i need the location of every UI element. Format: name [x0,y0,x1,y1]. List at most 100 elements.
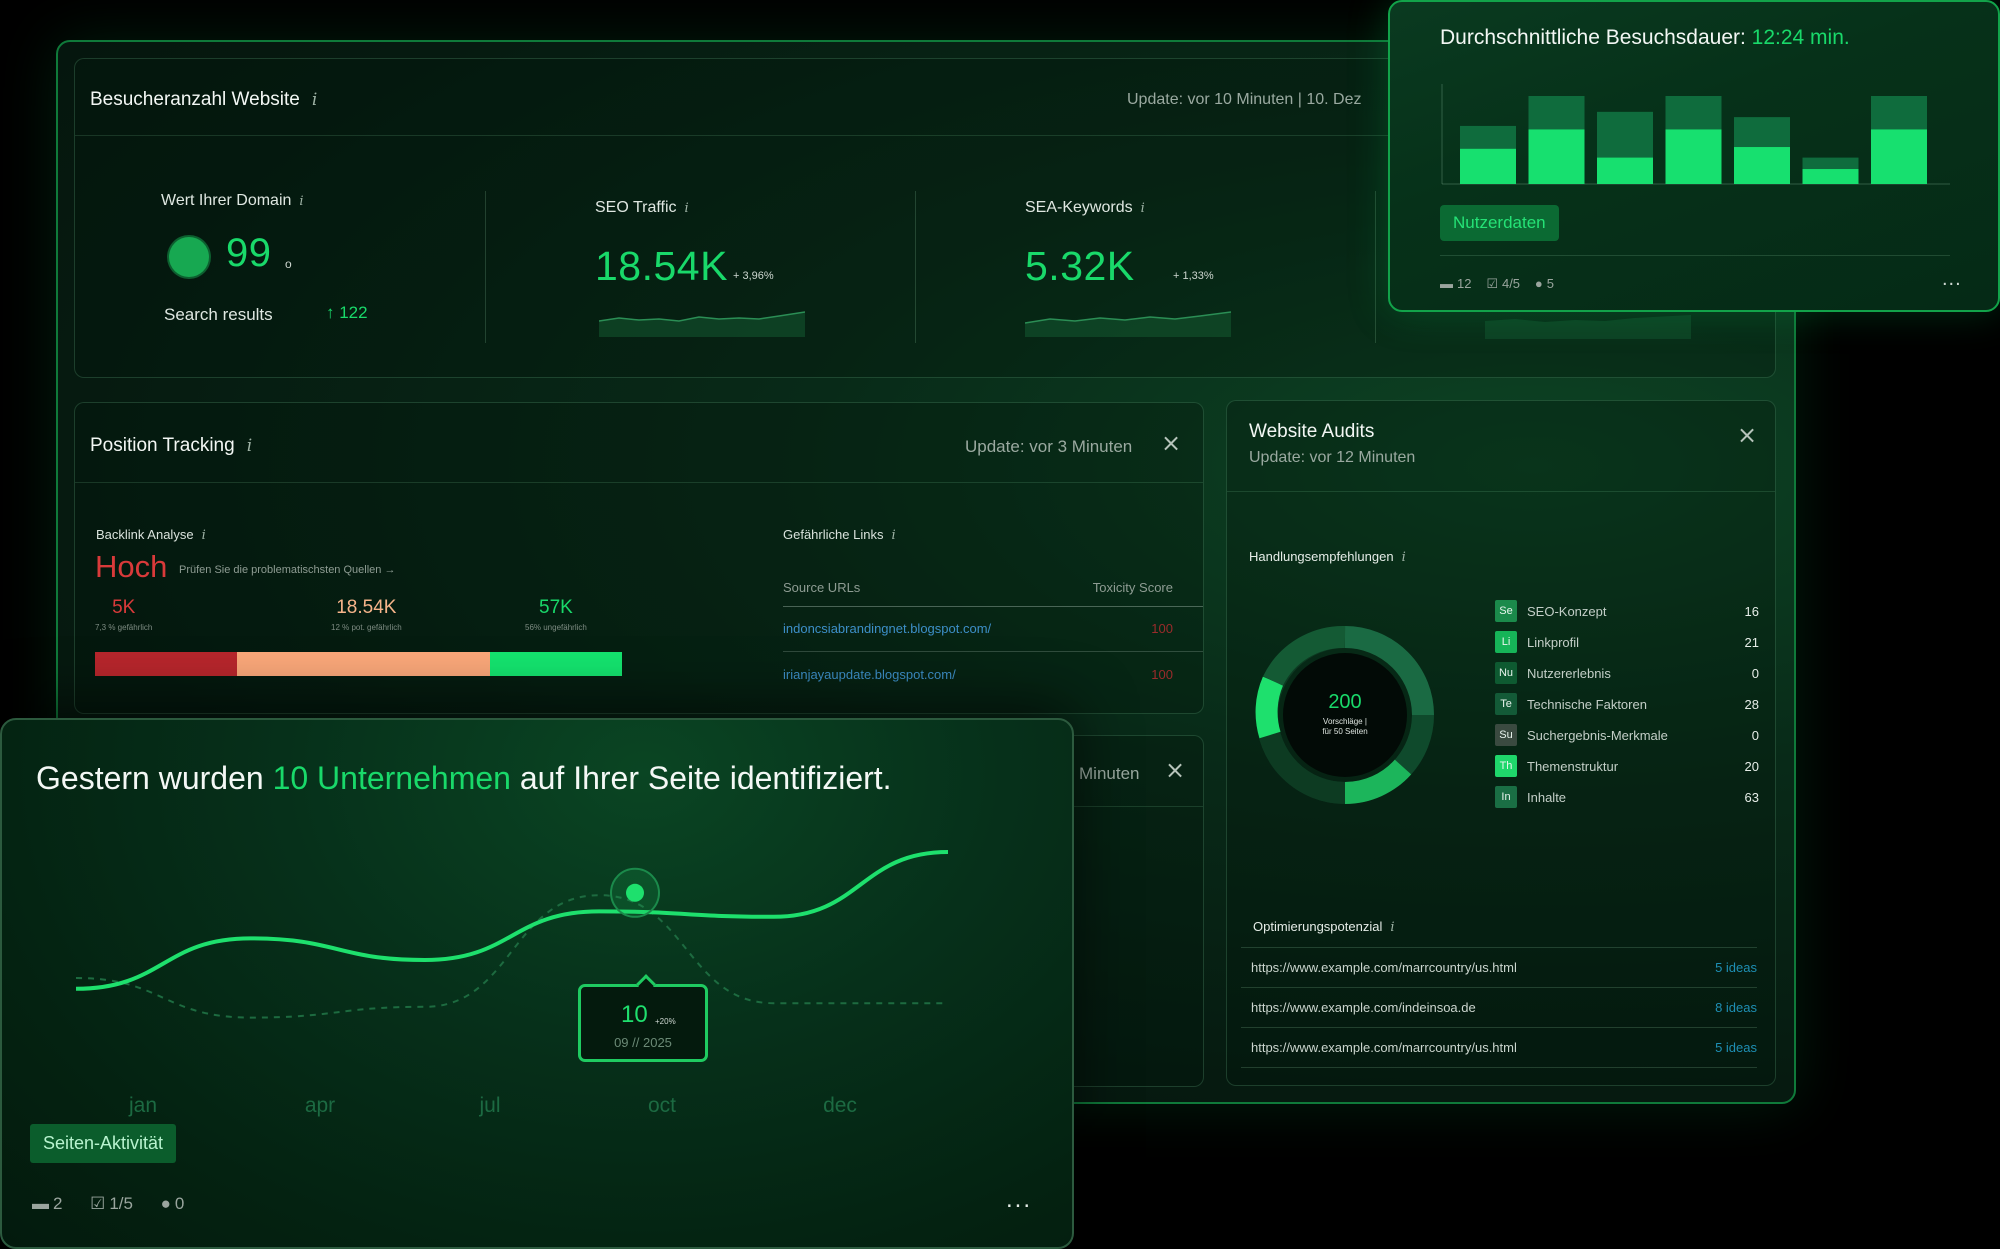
recommendation-count: 28 [1744,696,1759,712]
recommendation-count: 63 [1744,789,1759,805]
domain-label: Wert Ihrer Domain i [161,192,313,210]
close-icon[interactable]: × [1737,421,1757,449]
recommendation-badge: Su [1495,724,1517,746]
activity-series-line [75,850,949,991]
secondary-card-update: Minuten [1079,764,1140,783]
divider [915,191,916,343]
visit-bar-inner [1460,148,1516,184]
divider [783,651,1203,652]
backlink-stat-value: 57K [539,597,573,618]
recommendation-badge: In [1495,786,1517,808]
position-tracking-card: Position Tracking i Update: vor 3 Minuten… [74,402,1204,714]
close-icon[interactable]: × [1161,429,1181,457]
col-source-urls: Source URLs [783,580,861,595]
close-icon[interactable]: × [1165,756,1185,784]
more-options-button[interactable]: ... [1942,268,1962,291]
recommendation-item[interactable]: Su Suchergebnis-Merkmale 0 [1495,723,1759,747]
recommendation-count: 0 [1751,727,1759,743]
link-url[interactable]: indoncsiabrandingnet.blogspot.com/ [783,621,991,636]
recommendation-label: Suchergebnis-Merkmale [1527,727,1668,743]
optimization-ideas-link[interactable]: 5 ideas [1715,1040,1757,1055]
recommendation-label: SEO-Konzept [1527,603,1607,619]
comment-icon: ● [1534,276,1543,291]
user-data-tag-text: Nutzerdaten [1440,205,1559,241]
recommendation-item[interactable]: Nu Nutzererlebnis 0 [1495,661,1759,685]
visit-bar-inner [1871,129,1927,184]
risk-hint[interactable]: Prüfen Sie die problematischsten Quellen… [179,564,395,576]
recommendation-badge: Li [1495,631,1517,653]
donut-caption-2: für 50 Seiten [1322,727,1368,736]
recommendation-item[interactable]: Te Technische Faktoren 28 [1495,692,1759,716]
backlink-stat-caption: 56% ungefährlich [525,623,587,632]
divider [783,606,1203,607]
backlink-stat: 5K 7,3 % gefährlich [95,597,152,632]
info-icon[interactable]: i [247,436,261,456]
optimization-url[interactable]: https://www.example.com/marrcountry/us.h… [1251,960,1517,975]
dangerous-links-label: Gefährliche Links i [783,527,905,543]
domain-score-unit: o [285,257,292,271]
visitors-update: Update: vor 10 Minuten | 10. Dez [1127,91,1362,108]
toxicity-score: 100 [1151,667,1173,682]
optimization-url[interactable]: https://www.example.com/indeinsoa.de [1251,1000,1476,1015]
domain-score: 99 [226,231,272,275]
visit-bar-inner [1528,129,1585,184]
visit-bar-inner [1665,129,1722,184]
folder-icon: ▬ [1440,276,1453,291]
info-icon[interactable]: i [685,201,699,216]
optimization-ideas-link[interactable]: 8 ideas [1715,1000,1757,1015]
info-icon[interactable]: i [891,528,905,543]
sea-keywords-label-text: SEA-Keywords [1025,199,1133,216]
optimization-url-row[interactable]: https://www.example.com/marrcountry/us.h… [1241,947,1757,987]
info-icon[interactable]: i [1402,550,1416,565]
folder-count: 12 [1457,276,1472,291]
risk-level: Hoch [95,549,168,584]
divider [485,191,486,343]
recommendation-item[interactable]: Li Linkprofil 21 [1495,630,1759,654]
optimization-ideas-link[interactable]: 5 ideas [1715,960,1757,975]
position-title: Position Tracking i [90,435,261,457]
optimization-url-row[interactable]: https://www.example.com/indeinsoa.de 8 id… [1241,987,1757,1027]
visit-duration-chart [1441,84,1950,185]
info-icon[interactable]: i [202,528,216,543]
optimization-url[interactable]: https://www.example.com/marrcountry/us.h… [1251,1040,1517,1055]
audits-update: Update: vor 12 Minuten [1249,449,1416,466]
info-icon[interactable]: i [299,194,313,209]
info-icon[interactable]: i [1141,201,1155,216]
dangerous-links-label-text: Gefährliche Links [783,527,884,542]
recommendations-donut [1255,626,1434,804]
recommendation-item[interactable]: Th Themenstruktur 20 [1495,754,1759,778]
comparison-series-line [75,894,948,1019]
links-row[interactable]: indoncsiabrandingnet.blogspot.com/ 100 [783,621,1173,636]
optimize-label-text: Optimierungspotenzial [1253,919,1383,934]
sea-keywords-delta: + 1,33% [1173,270,1214,282]
arrow-right-icon: → [384,564,396,576]
links-table-header: Source URLs Toxicity Score [783,580,1173,595]
recommend-label: Handlungsempfehlungen i [1249,549,1416,565]
backlink-stat: 57K 56% ungefährlich [525,597,587,632]
risk-bar [95,652,622,676]
recommendation-label: Themenstruktur [1527,758,1619,774]
risk-bar-segment [490,652,622,676]
page-activity-tag[interactable]: Seiten-Aktivität [30,1124,177,1163]
user-data-tag[interactable]: Nutzerdaten [1440,205,1559,241]
info-icon[interactable]: i [312,90,326,110]
backlink-stat-caption: 7,3 % gefährlich [95,623,153,632]
optimize-label: Optimierungspotenzial i [1253,919,1404,935]
activity-chart: jan apr jul oct dec [75,850,949,1117]
recommendation-item[interactable]: In Inhalte 63 [1495,785,1759,809]
comment-icon: ● [160,1194,171,1213]
links-row[interactable]: irianjayaupdate.blogspot.com/ 100 [783,667,1173,682]
companies-headline: Gestern wurden 10 Unternehmen auf Ihrer … [36,760,892,797]
visit-duration-value: 12:24 min. [1751,26,1850,49]
info-icon[interactable]: i [1390,920,1404,935]
recommendation-item[interactable]: Se SEO-Konzept 16 [1495,599,1759,623]
toxicity-score: 100 [1151,621,1173,636]
more-options-button[interactable]: ... [1006,1186,1032,1214]
link-url[interactable]: irianjayaupdate.blogspot.com/ [783,667,956,682]
search-results-delta: ↑ 122 [326,303,368,322]
chart-tooltip: 10 +20% 09 // 2025 [578,974,708,1062]
recommendation-count: 0 [1751,665,1759,681]
recommendation-count: 16 [1744,603,1759,619]
page-activity-tag-text: Seiten-Aktivität [30,1124,177,1163]
optimization-url-row[interactable]: https://www.example.com/marrcountry/us.h… [1241,1027,1757,1067]
